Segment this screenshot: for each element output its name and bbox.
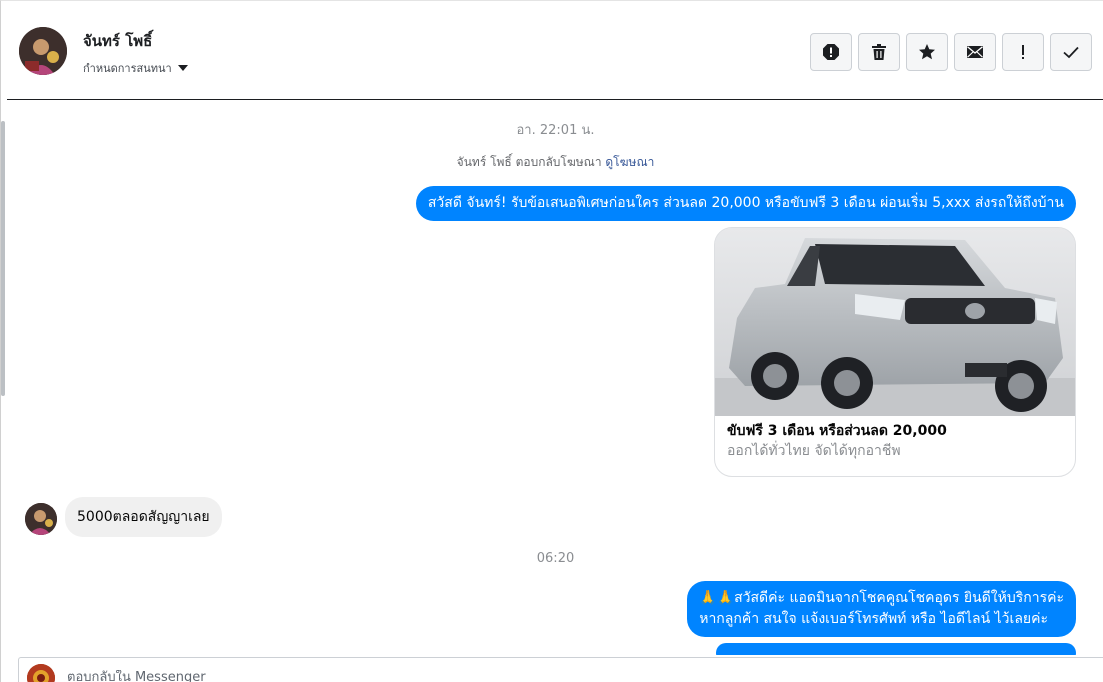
ad-card[interactable]: ขับฟรี 3 เดือน หรือส่วนลด 20,000 ออกได้ท… bbox=[714, 227, 1076, 477]
conversation-header: จันทร์ โพธิ์ กำหนดการสนทนา bbox=[7, 1, 1103, 100]
timestamp: อา. 22:01 น. bbox=[516, 123, 595, 138]
mark-unread-button[interactable] bbox=[954, 33, 996, 71]
report-icon bbox=[823, 44, 839, 60]
messenger-inbox: จันทร์ โพธิ์ กำหนดการสนทนา อา. 22:01 น. … bbox=[0, 0, 1103, 682]
outgoing-message[interactable]: สวัสดี จันทร์! รับข้อเสนอพิเศษก่อนใคร ส่… bbox=[415, 186, 1076, 221]
contact-name[interactable]: จันทร์ โพธิ์ bbox=[83, 29, 152, 53]
reply-composer bbox=[18, 657, 1103, 682]
ad-reply-text: จันทร์ โพธิ์ ตอบกลับโฆษณา bbox=[456, 155, 602, 169]
ad-image bbox=[715, 228, 1075, 416]
delete-button[interactable] bbox=[858, 33, 900, 71]
checkmark-icon bbox=[1063, 46, 1079, 59]
scrollbar[interactable] bbox=[1, 121, 5, 396]
star-button[interactable] bbox=[906, 33, 948, 71]
ad-subtitle: ออกได้ทั่วไทย จัดได้ทุกอาชีพ bbox=[727, 443, 901, 459]
ad-reply-notice: จันทร์ โพธิ์ ตอบกลับโฆษณา ดูโฆษณา bbox=[7, 153, 1103, 172]
conversation-options-label[interactable]: กำหนดการสนทนา bbox=[83, 59, 172, 77]
ad-title: ขับฟรี 3 เดือน หรือส่วนลด 20,000 bbox=[727, 423, 947, 439]
timestamp: 06:20 bbox=[536, 551, 575, 566]
exclamation-icon bbox=[1022, 45, 1024, 59]
view-ad-link[interactable]: ดูโฆษณา bbox=[605, 155, 654, 169]
flag-button[interactable] bbox=[1002, 33, 1044, 71]
sender-avatar[interactable] bbox=[25, 503, 57, 535]
message-line: หากลูกค้า สนใจ แจ้งเบอร์โทรศัพท์ หรือ ไอ… bbox=[699, 611, 1048, 627]
outgoing-message[interactable]: 🙏🙏สวัสดีค่ะ แอดมินจากโชคคูณโชคอุดร ยินดี… bbox=[687, 581, 1076, 637]
envelope-icon bbox=[967, 46, 983, 58]
outgoing-message[interactable] bbox=[716, 643, 1076, 655]
star-icon bbox=[919, 44, 935, 60]
conversation-options[interactable]: กำหนดการสนทนา bbox=[83, 59, 188, 77]
message-thread[interactable]: อา. 22:01 น. จันทร์ โพธิ์ ตอบกลับโฆษณา ด… bbox=[7, 101, 1103, 655]
page-avatar bbox=[27, 664, 55, 682]
contact-avatar[interactable] bbox=[19, 27, 67, 75]
done-button[interactable] bbox=[1050, 33, 1092, 71]
incoming-message[interactable]: 5000ตลอดสัญญาเลย bbox=[65, 497, 222, 537]
message-line: 🙏🙏สวัสดีค่ะ แอดมินจากโชคคูณโชคอุดร ยินดี… bbox=[699, 590, 1064, 606]
conversation-toolbar bbox=[810, 33, 1092, 71]
reply-input[interactable] bbox=[67, 670, 967, 682]
report-button[interactable] bbox=[810, 33, 852, 71]
trash-icon bbox=[872, 44, 886, 60]
chevron-down-icon[interactable] bbox=[177, 65, 188, 71]
